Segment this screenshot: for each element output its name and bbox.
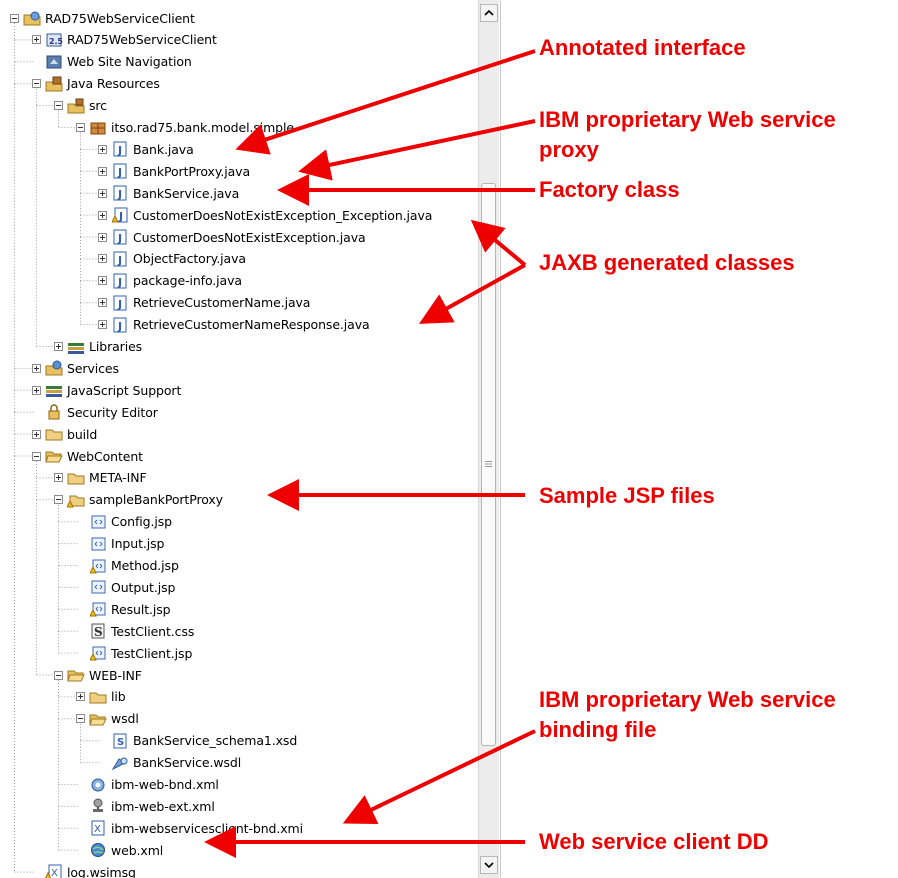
arrow-jaxb-up: [470, 219, 527, 267]
callout-client-dd: Web service client DD: [539, 829, 769, 854]
callout-jaxb-generated: JAXB generated classes: [539, 250, 795, 275]
callout-factory-class: Factory class: [539, 177, 680, 202]
callout-annotated-interface: Annotated interface: [539, 35, 746, 60]
callout-ibm-binding-line2: binding file: [539, 717, 657, 742]
arrow-annotated-interface: [235, 49, 536, 155]
arrow-jaxb-down: [419, 263, 526, 324]
arrow-ibm-proxy: [298, 119, 536, 181]
callout-ibm-proxy-line2: proxy: [539, 137, 599, 162]
callout-ibm-proxy-line1: IBM proprietary Web service: [539, 107, 836, 132]
arrow-ibm-binding: [342, 729, 536, 825]
callout-ibm-binding-line1: IBM proprietary Web service: [539, 687, 836, 712]
callout-sample-jsp: Sample JSP files: [539, 483, 715, 508]
